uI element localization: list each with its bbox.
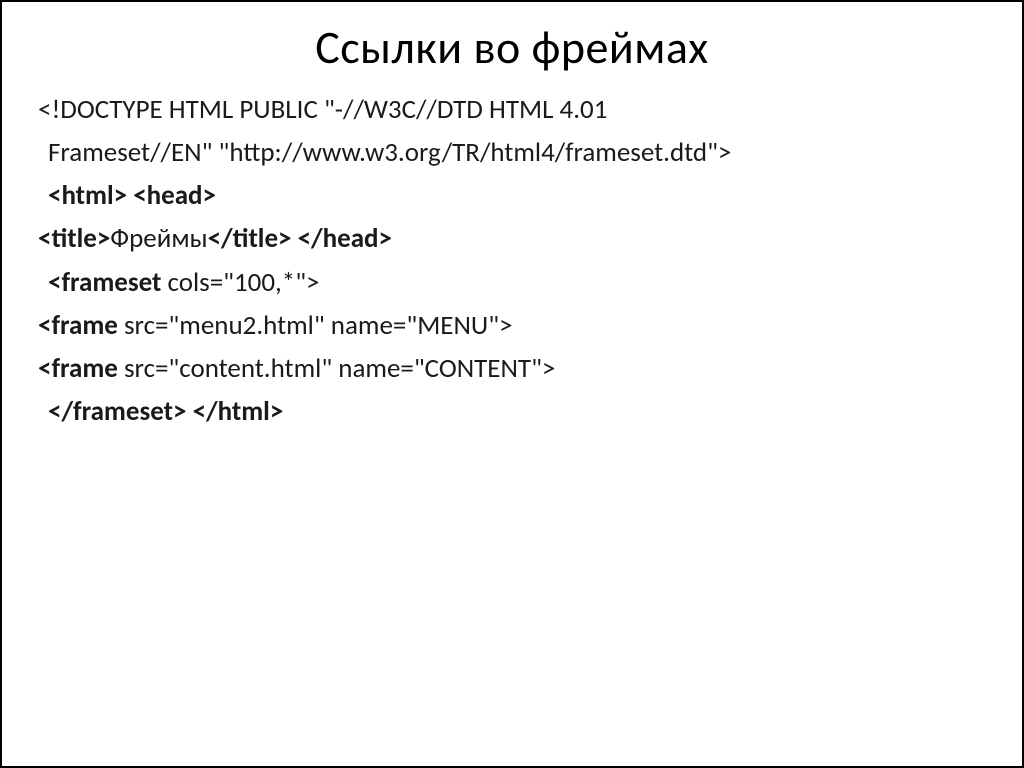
code-bold: </frameset> </html> (48, 395, 283, 428)
code-line: <title>Фреймы</title> </head> (38, 219, 986, 258)
code-line: <!DOCTYPE HTML PUBLIC "-//W3C//DTD HTML … (38, 90, 986, 129)
code-bold: <html> <head> (48, 179, 216, 212)
code-text: Фреймы (110, 222, 207, 255)
slide-title: Ссылки во фреймах (38, 20, 986, 76)
code-text: cols="100,*"> (161, 266, 319, 299)
code-bold: <frame (38, 309, 118, 342)
code-text: src="content.html" name="CONTENT"> (118, 352, 555, 385)
slide-frame: Ссылки во фреймах <!DOCTYPE HTML PUBLIC … (0, 0, 1024, 768)
code-line: <frame src="menu2.html" name="MENU"> (38, 306, 986, 345)
code-text: <!DOCTYPE HTML PUBLIC "-//W3C//DTD HTML … (38, 93, 607, 126)
code-text: Frameset//EN" "http://www.w3.org/TR/html… (48, 136, 731, 169)
code-bold: </title> </head> (208, 222, 392, 255)
code-bold: <frame (38, 352, 118, 385)
code-line: Frameset//EN" "http://www.w3.org/TR/html… (38, 133, 986, 172)
code-bold: <title> (38, 222, 110, 255)
code-line: <frameset cols="100,*"> (38, 263, 986, 302)
code-bold: <frameset (48, 266, 161, 299)
code-line: <frame src="content.html" name="CONTENT"… (38, 349, 986, 388)
code-line: <html> <head> (38, 176, 986, 215)
code-line: </frameset> </html> (38, 392, 986, 431)
code-block: <!DOCTYPE HTML PUBLIC "-//W3C//DTD HTML … (38, 90, 986, 431)
code-text: src="menu2.html" name="MENU"> (118, 309, 513, 342)
